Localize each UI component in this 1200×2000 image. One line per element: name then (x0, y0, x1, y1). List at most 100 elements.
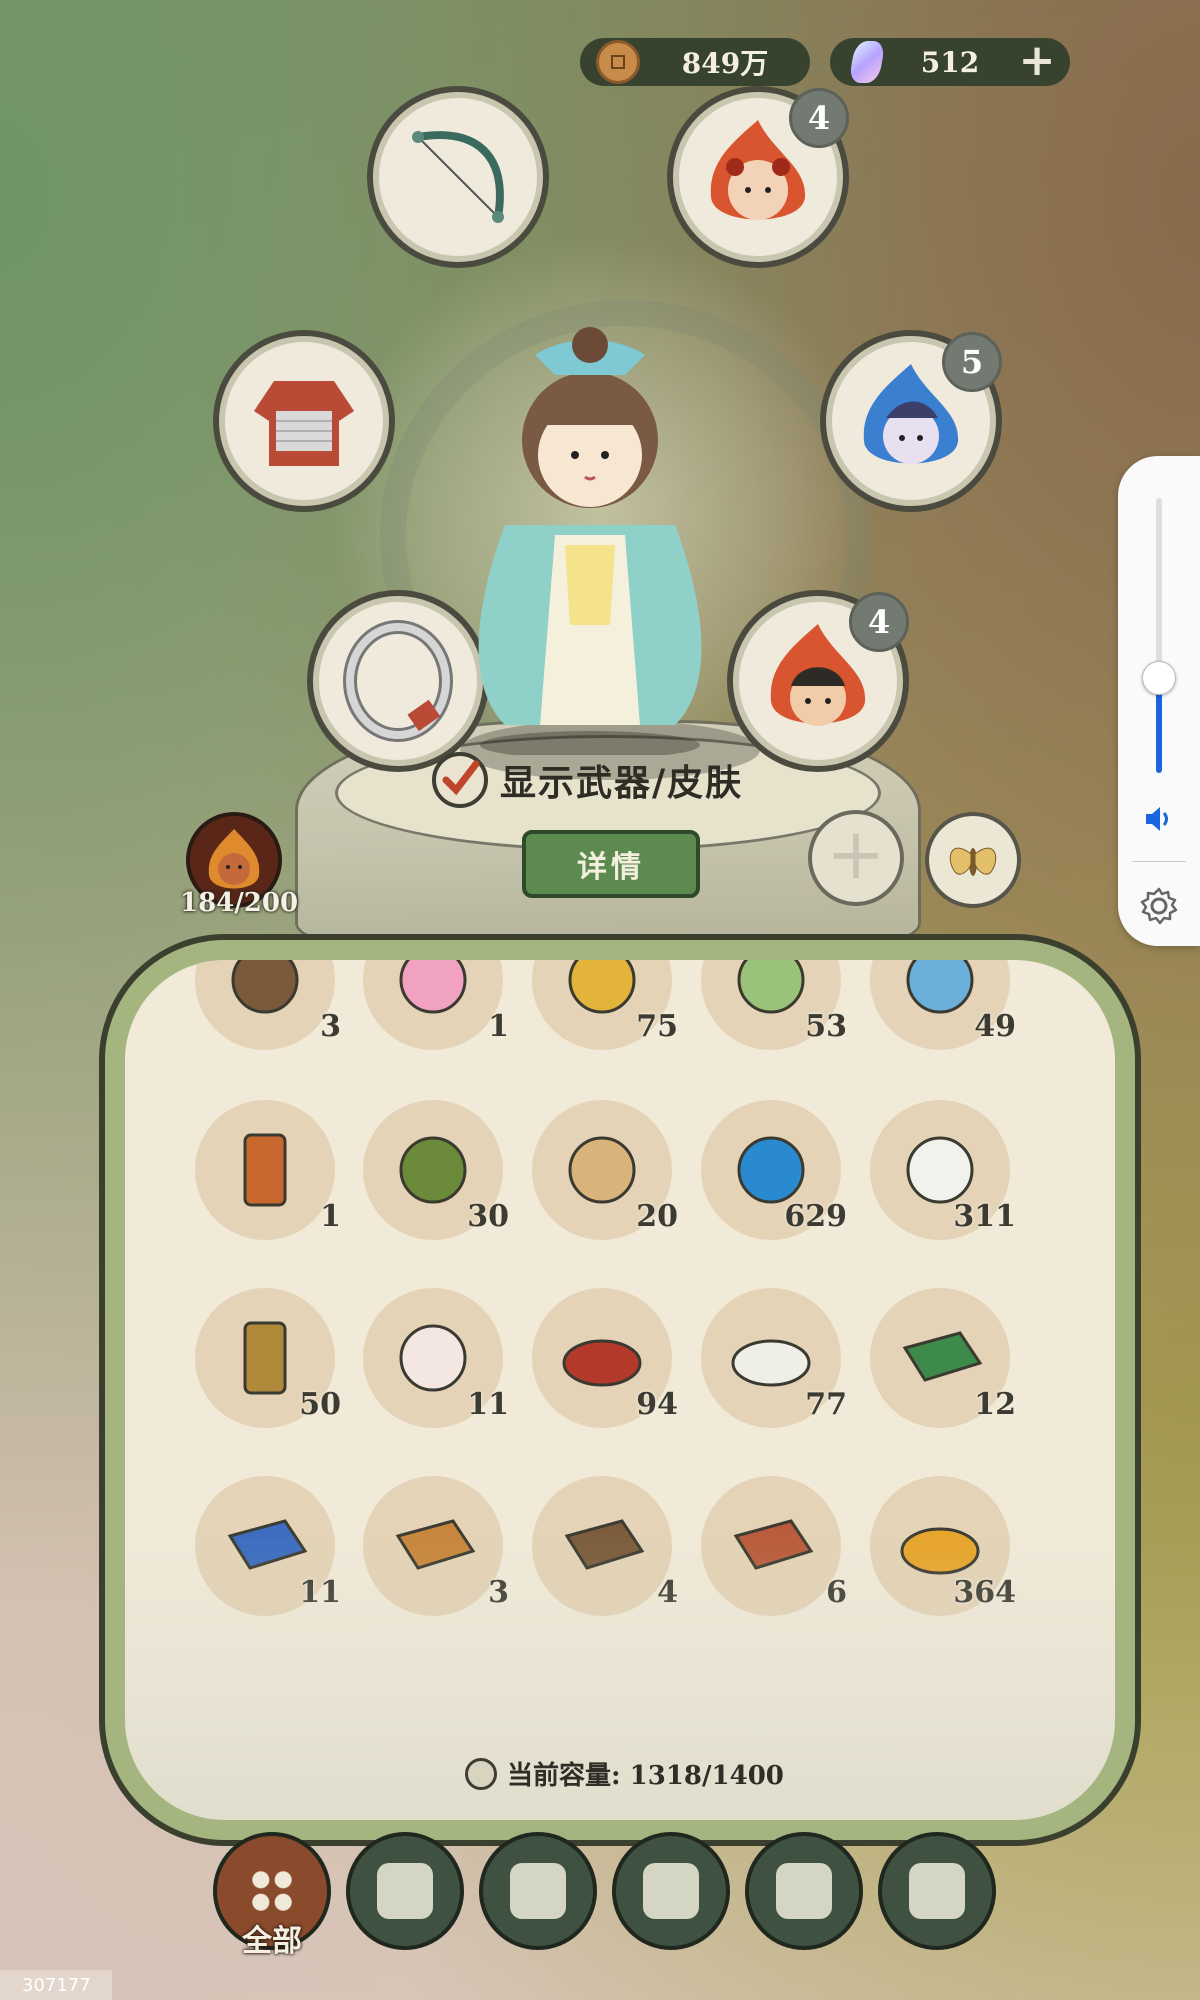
nuts-icon (231, 960, 299, 1014)
inventory-panel[interactable]: 3 1 75 53 49 1 30 20 629 311 50 11 94 77 12 11 3 4 6 364 (105, 940, 1135, 1840)
capacity-indicator: 当前容量: 1318/1400 (465, 1755, 784, 1792)
brown-book-icon (564, 1519, 645, 1570)
lotus-icon (399, 960, 467, 1014)
inventory-slot[interactable]: 11 (195, 1476, 341, 1616)
gem-icon (848, 41, 886, 83)
fire-spirit-slot-top[interactable]: 4 (667, 86, 849, 268)
item-count: 94 (636, 1387, 678, 1422)
gem-counter[interactable]: 512 + (830, 38, 1070, 86)
item-count: 77 (805, 1387, 847, 1422)
coin-counter[interactable]: 849万 (580, 38, 810, 86)
item-count: 49 (974, 1009, 1016, 1044)
inventory-slot[interactable]: 4 (532, 1476, 678, 1616)
item-count: 364 (953, 1575, 1016, 1610)
tab-label: 全部 (242, 1924, 302, 1959)
checkmark-icon (442, 760, 480, 796)
tab-wood[interactable] (346, 1832, 464, 1950)
moth-icon (949, 847, 997, 876)
moth-button[interactable] (925, 812, 1021, 908)
companion-count: 184/200 (180, 888, 299, 918)
inventory-slot[interactable]: 53 (701, 960, 847, 1050)
add-slot-button[interactable]: + (808, 810, 904, 906)
inventory-slot[interactable]: 50 (195, 1288, 341, 1428)
inventory-slot[interactable]: 30 (363, 1100, 509, 1240)
ring-icon (343, 620, 453, 742)
volume-panel (1118, 456, 1200, 946)
tab-herb[interactable] (479, 1832, 597, 1950)
toggle-label: 显示武器/皮肤 (500, 762, 744, 804)
armor-icon (254, 381, 354, 466)
item-count: 4 (657, 1575, 678, 1610)
rice-bowl-icon (643, 1863, 699, 1919)
gear-icon[interactable] (1139, 886, 1179, 926)
item-count: 3 (320, 1009, 341, 1044)
item-count: 311 (953, 1199, 1016, 1234)
fire-spirit-slot-bottom[interactable]: 4 (727, 590, 909, 772)
stone-icon (776, 1863, 832, 1919)
inventory-slot[interactable]: 3 (363, 1476, 509, 1616)
inventory-slot[interactable]: 77 (701, 1288, 847, 1428)
item-count: 75 (636, 1009, 678, 1044)
coin-icon (596, 40, 640, 84)
item-count: 50 (299, 1387, 341, 1422)
inventory-slot[interactable]: 75 (532, 960, 678, 1050)
item-count: 3 (488, 1575, 509, 1610)
item-count: 20 (636, 1199, 678, 1234)
coin-value: 849万 (681, 47, 769, 80)
fire-demon-icon (208, 829, 260, 889)
details-button[interactable]: 详情 (522, 830, 700, 898)
inventory-slot[interactable]: 94 (532, 1288, 678, 1428)
capacity-icon (465, 1757, 497, 1790)
tab-ore[interactable] (745, 1832, 863, 1950)
scroll-icon (909, 1863, 965, 1919)
spirit-level-badge: 4 (789, 88, 849, 148)
log-icon (377, 1863, 433, 1919)
tab-food[interactable] (612, 1832, 730, 1950)
item-count: 1 (320, 1199, 341, 1234)
speaker-icon[interactable] (1142, 804, 1176, 834)
show-weapon-skin-toggle[interactable]: 显示武器/皮肤 (432, 752, 743, 808)
item-count: 11 (467, 1387, 509, 1422)
tab-scroll[interactable] (878, 1832, 996, 1950)
corner-id-label: 307177 (0, 1970, 112, 2000)
capacity-label: 当前容量: 1318/1400 (507, 1761, 784, 1791)
sprout-icon (510, 1863, 566, 1919)
add-gems-button[interactable]: + (1018, 39, 1056, 83)
weapon-slot[interactable] (367, 86, 549, 268)
spirit-level-badge: 5 (942, 332, 1002, 392)
inventory-slot[interactable]: 20 (532, 1100, 678, 1240)
item-count: 1 (488, 1009, 509, 1044)
tab-all[interactable]: 全部 (213, 1832, 331, 1959)
inventory-slot[interactable]: 49 (870, 960, 1016, 1050)
gem-value: 512 (920, 45, 980, 79)
item-count: 53 (805, 1009, 847, 1044)
inventory-slot[interactable]: 629 (701, 1100, 847, 1240)
inventory-slot[interactable]: 3 (195, 960, 341, 1050)
inventory-slot[interactable]: 364 (870, 1476, 1016, 1616)
water-spirit-slot[interactable]: 5 (820, 330, 1002, 512)
inventory-slot[interactable]: 1 (195, 1100, 341, 1240)
item-count: 30 (467, 1199, 509, 1234)
inventory-slot[interactable]: 12 (870, 1288, 1016, 1428)
inventory-slot[interactable]: 1 (363, 960, 509, 1050)
red-book-icon (733, 1519, 814, 1570)
blue-book-icon (227, 1519, 308, 1570)
fire-book-icon (395, 1519, 476, 1570)
spirit-level-badge: 4 (849, 592, 909, 652)
inventory-slot[interactable]: 11 (363, 1288, 509, 1428)
item-count: 12 (974, 1387, 1016, 1422)
inventory-slot[interactable]: 6 (701, 1476, 847, 1616)
volume-slider-thumb[interactable] (1142, 661, 1176, 695)
armor-slot[interactable] (213, 330, 395, 512)
item-count: 11 (299, 1575, 341, 1610)
bow-icon (412, 131, 504, 223)
token-icon (243, 1133, 287, 1207)
checkbox[interactable] (432, 752, 488, 808)
millet-basket-icon (900, 1527, 980, 1575)
grid-icon (244, 1863, 300, 1919)
item-count: 629 (784, 1199, 847, 1234)
character-portrait[interactable] (445, 305, 735, 755)
item-count: 6 (826, 1575, 847, 1610)
volume-divider (1132, 861, 1186, 862)
inventory-slot[interactable]: 311 (870, 1100, 1016, 1240)
